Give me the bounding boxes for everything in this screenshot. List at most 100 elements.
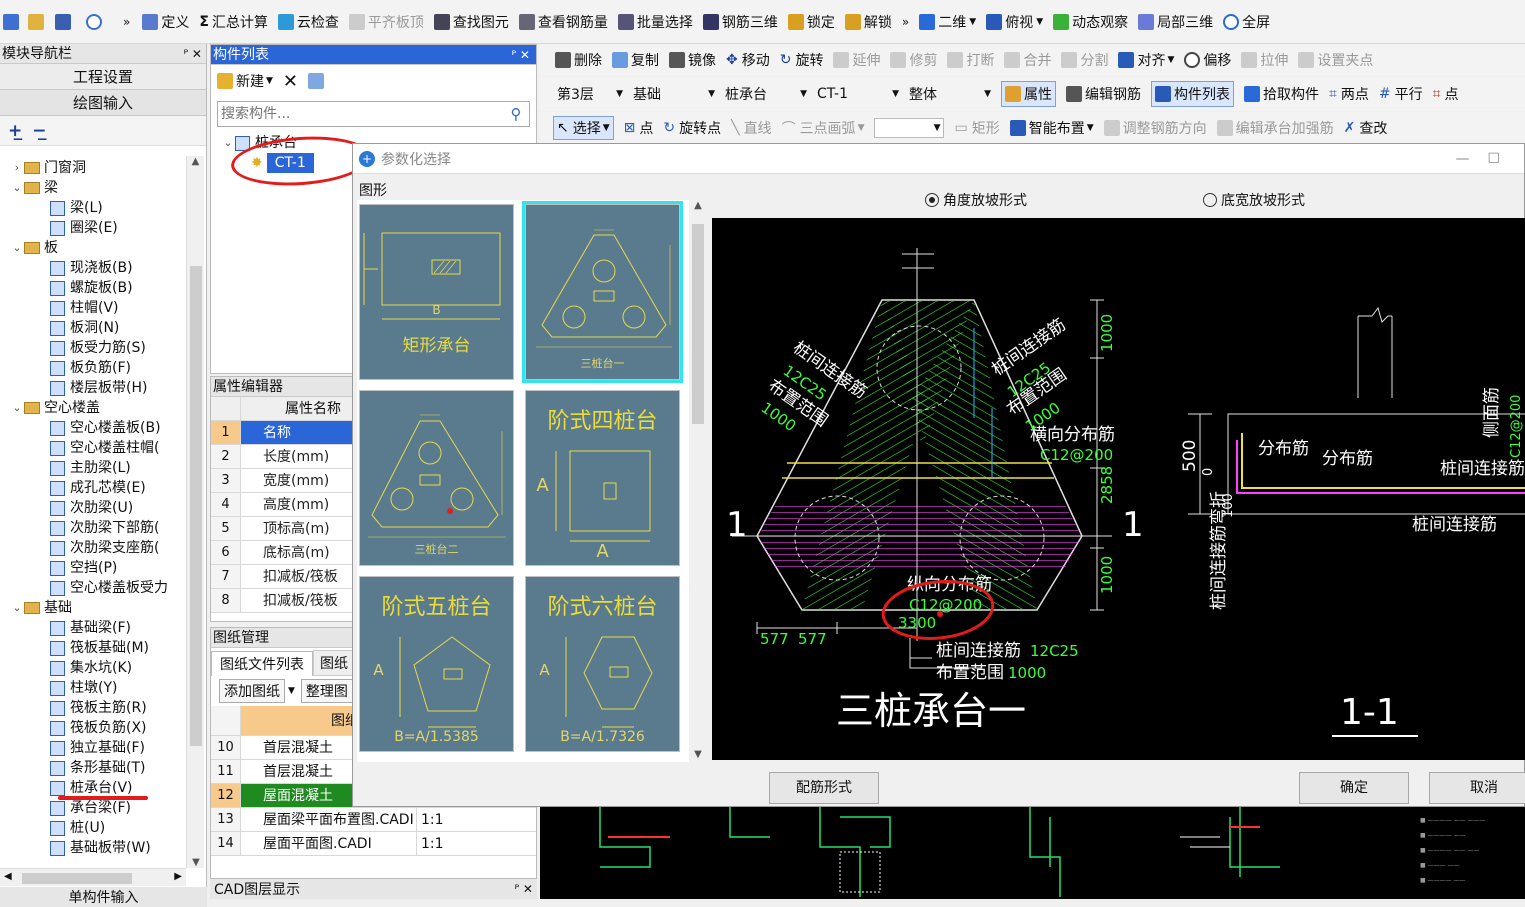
cancel-button[interactable]: 取消 [1429, 772, 1525, 804]
nav-folder[interactable]: › 门窗洞 [0, 158, 186, 178]
drawing-row[interactable]: 13 屋面梁平面布置图.CADI 1:1 [211, 808, 536, 832]
point-button[interactable]: ⌗ 点 [1433, 84, 1459, 104]
collapse-chevron-icon[interactable]: › [10, 158, 24, 178]
nav-item[interactable]: 筏板主筋(R) [0, 698, 186, 718]
define-button[interactable]: 定义 [142, 12, 189, 32]
fullscreen-button[interactable]: 全屏 [1223, 12, 1270, 32]
cad-canvas[interactable]: ■ ———— —— ——— ■ ———— —— ■ ———— —— —— ■ ——— … [540, 807, 1525, 899]
tab-drawing[interactable]: 图纸 [313, 650, 355, 676]
type-dropdown[interactable]: 桩承台 ▼ [725, 84, 807, 104]
split-button[interactable]: 分割 [1061, 50, 1108, 70]
pick-component-button[interactable]: 拾取构件 [1244, 84, 1319, 104]
nav-item[interactable]: 承台梁(F) [0, 798, 186, 818]
nav-item[interactable]: 空心楼盖板(B) [0, 418, 186, 438]
nav-item[interactable]: 桩承台(V) [0, 778, 186, 798]
expand-chevron-icon[interactable]: ⌄ [10, 238, 24, 258]
nav-item[interactable]: 桩(U) [0, 818, 186, 838]
blank-dropdown[interactable]: ▼ [874, 118, 945, 138]
mirror-button[interactable]: 镜像 [669, 50, 716, 70]
three-point-arc-button[interactable]: ⌒ 三点画弧 ▼ [782, 118, 865, 138]
nav-item[interactable]: 集水坑(K) [0, 658, 186, 678]
rotate-button[interactable]: ↻ 旋转 [780, 50, 824, 70]
expand-chevron-icon[interactable]: ⌄ [10, 398, 24, 418]
single-component-input-tab[interactable]: 单构件输入 [0, 887, 207, 907]
pin-close-icons-3[interactable]: ᴾ ✕ [515, 882, 533, 896]
nav-folder[interactable]: ⌄ 空心楼盖 [0, 398, 186, 418]
unlock-button[interactable]: 解锁 [844, 12, 892, 32]
undo-icon[interactable] [86, 14, 102, 30]
component-list-button[interactable]: 构件列表 [1151, 81, 1234, 107]
nav-item[interactable]: 板负筋(F) [0, 358, 186, 378]
property-row[interactable]: 7 扣减板/筏板 [211, 565, 354, 589]
view-2d-dropdown[interactable]: 二维 ▼ [919, 12, 976, 32]
property-row[interactable]: 2 长度(mm) [211, 445, 354, 469]
smart-layout-button[interactable]: 智能布置 ▼ [1009, 118, 1094, 138]
nav-item[interactable]: 次肋梁支座筋( [0, 538, 186, 558]
property-row[interactable]: 4 高度(mm) [211, 493, 354, 517]
search-icon[interactable]: ⚲ [503, 105, 529, 123]
new-button[interactable]: 新建 [236, 71, 264, 91]
nav-item[interactable]: 空心楼盖板受力 [0, 578, 186, 598]
extend-button[interactable]: 延伸 [833, 50, 880, 70]
component-dropdown[interactable]: CT-1 ▼ [817, 86, 899, 102]
adjust-rebar-direction-button[interactable]: 调整钢筋方向 [1103, 118, 1207, 138]
local-3d-button[interactable]: 局部三维 [1138, 12, 1213, 32]
thumb-three-pile-1[interactable]: 三桩台一 [522, 201, 683, 383]
align-button[interactable]: 对齐 ▼ [1118, 50, 1174, 70]
ok-button[interactable]: 确定 [1299, 772, 1409, 804]
drawing-input-button[interactable]: 绘图输入 [0, 90, 206, 116]
add-drawing-button[interactable]: 添加图纸 [219, 679, 285, 703]
nav-folder[interactable]: ⌄ 板 [0, 238, 186, 258]
break-button[interactable]: 打断 [947, 50, 994, 70]
thumb-step-six-pile[interactable]: 阶式六桩台 A B=A/1.7326 [525, 576, 680, 752]
open-folder-icon[interactable] [28, 14, 44, 30]
minimize-icon[interactable]: — [1455, 151, 1469, 167]
lock-button[interactable]: 锁定 [787, 12, 835, 32]
category-dropdown[interactable]: 基础 ▼ [633, 84, 715, 104]
component-search-input[interactable] [218, 106, 503, 122]
nav-item[interactable]: 板受力筋(S) [0, 338, 186, 358]
floor-dropdown[interactable]: 第3层 ▼ [557, 84, 623, 104]
radio-bottom-width-slope[interactable]: 底宽放坡形式 [1203, 190, 1305, 210]
copy-icon[interactable] [308, 73, 325, 89]
delete-icon[interactable]: ✕ [283, 71, 298, 92]
nav-folder[interactable]: ⌄ 梁 [0, 178, 186, 198]
nav-item[interactable]: 次肋梁(U) [0, 498, 186, 518]
merge-button[interactable]: 合并 [1004, 50, 1051, 70]
nav-item[interactable]: 柱帽(V) [0, 298, 186, 318]
nav-item[interactable]: 主肋梁(L) [0, 458, 186, 478]
top-view-dropdown[interactable]: 俯视 ▼ [986, 12, 1043, 32]
expand-chevron-icon[interactable]: ⌄ [10, 598, 24, 618]
batch-select-button[interactable]: 批量选择 [617, 12, 693, 32]
property-row[interactable]: 6 底标高(m) [211, 541, 354, 565]
offset-button[interactable]: 偏移 [1184, 50, 1231, 70]
nav-item[interactable]: 成孔芯模(E) [0, 478, 186, 498]
maximize-icon[interactable]: ☐ [1487, 151, 1500, 167]
nav-item[interactable]: 圈梁(E) [0, 218, 186, 238]
view-rebar-button[interactable]: 查看钢筋量 [518, 12, 608, 32]
point-draw-button[interactable]: ⊠ 点 [624, 118, 654, 138]
check-modify-button[interactable]: ✗ 查改 [1344, 118, 1388, 138]
drawing-row[interactable]: 14 屋面平面图.CADI 1:1 [211, 832, 536, 856]
select-button[interactable]: ↖ 选择 ▼ [553, 116, 614, 140]
thumb-rect-cap[interactable]: B 矩形承台 [359, 204, 514, 380]
nav-folder[interactable]: ⌄ 基础 [0, 598, 186, 618]
nav-item[interactable]: 基础板带(W) [0, 838, 186, 858]
nav-item[interactable]: 楼层板带(H) [0, 378, 186, 398]
nav-item[interactable]: 空心楼盖柱帽( [0, 438, 186, 458]
project-settings-button[interactable]: 工程设置 [0, 64, 206, 90]
scope-dropdown[interactable]: 整体 ▼ [909, 84, 991, 104]
property-row[interactable]: 8 扣减板/筏板 [211, 589, 354, 613]
pin-close-icons-2[interactable]: ᴾ ✕ [512, 45, 536, 65]
nav-item[interactable]: 筏板负筋(X) [0, 718, 186, 738]
summary-calc-button[interactable]: Σ 汇总计算 [199, 12, 268, 32]
nav-h-scrollbar[interactable]: ◀ ▶ [0, 868, 186, 886]
nav-item[interactable]: 螺旋板(B) [0, 278, 186, 298]
thumb-step-four-pile[interactable]: 阶式四桩台 A A [525, 390, 680, 566]
collapse-all-icon[interactable]: −̲ [32, 121, 46, 141]
nav-item[interactable]: 柱墩(Y) [0, 678, 186, 698]
property-row[interactable]: 1 名称 [211, 421, 354, 445]
pin-close-icons[interactable]: ᴾ ✕ [184, 44, 206, 64]
rebar-3d-button[interactable]: 钢筋三维 [702, 12, 778, 32]
nav-item[interactable]: 板洞(N) [0, 318, 186, 338]
